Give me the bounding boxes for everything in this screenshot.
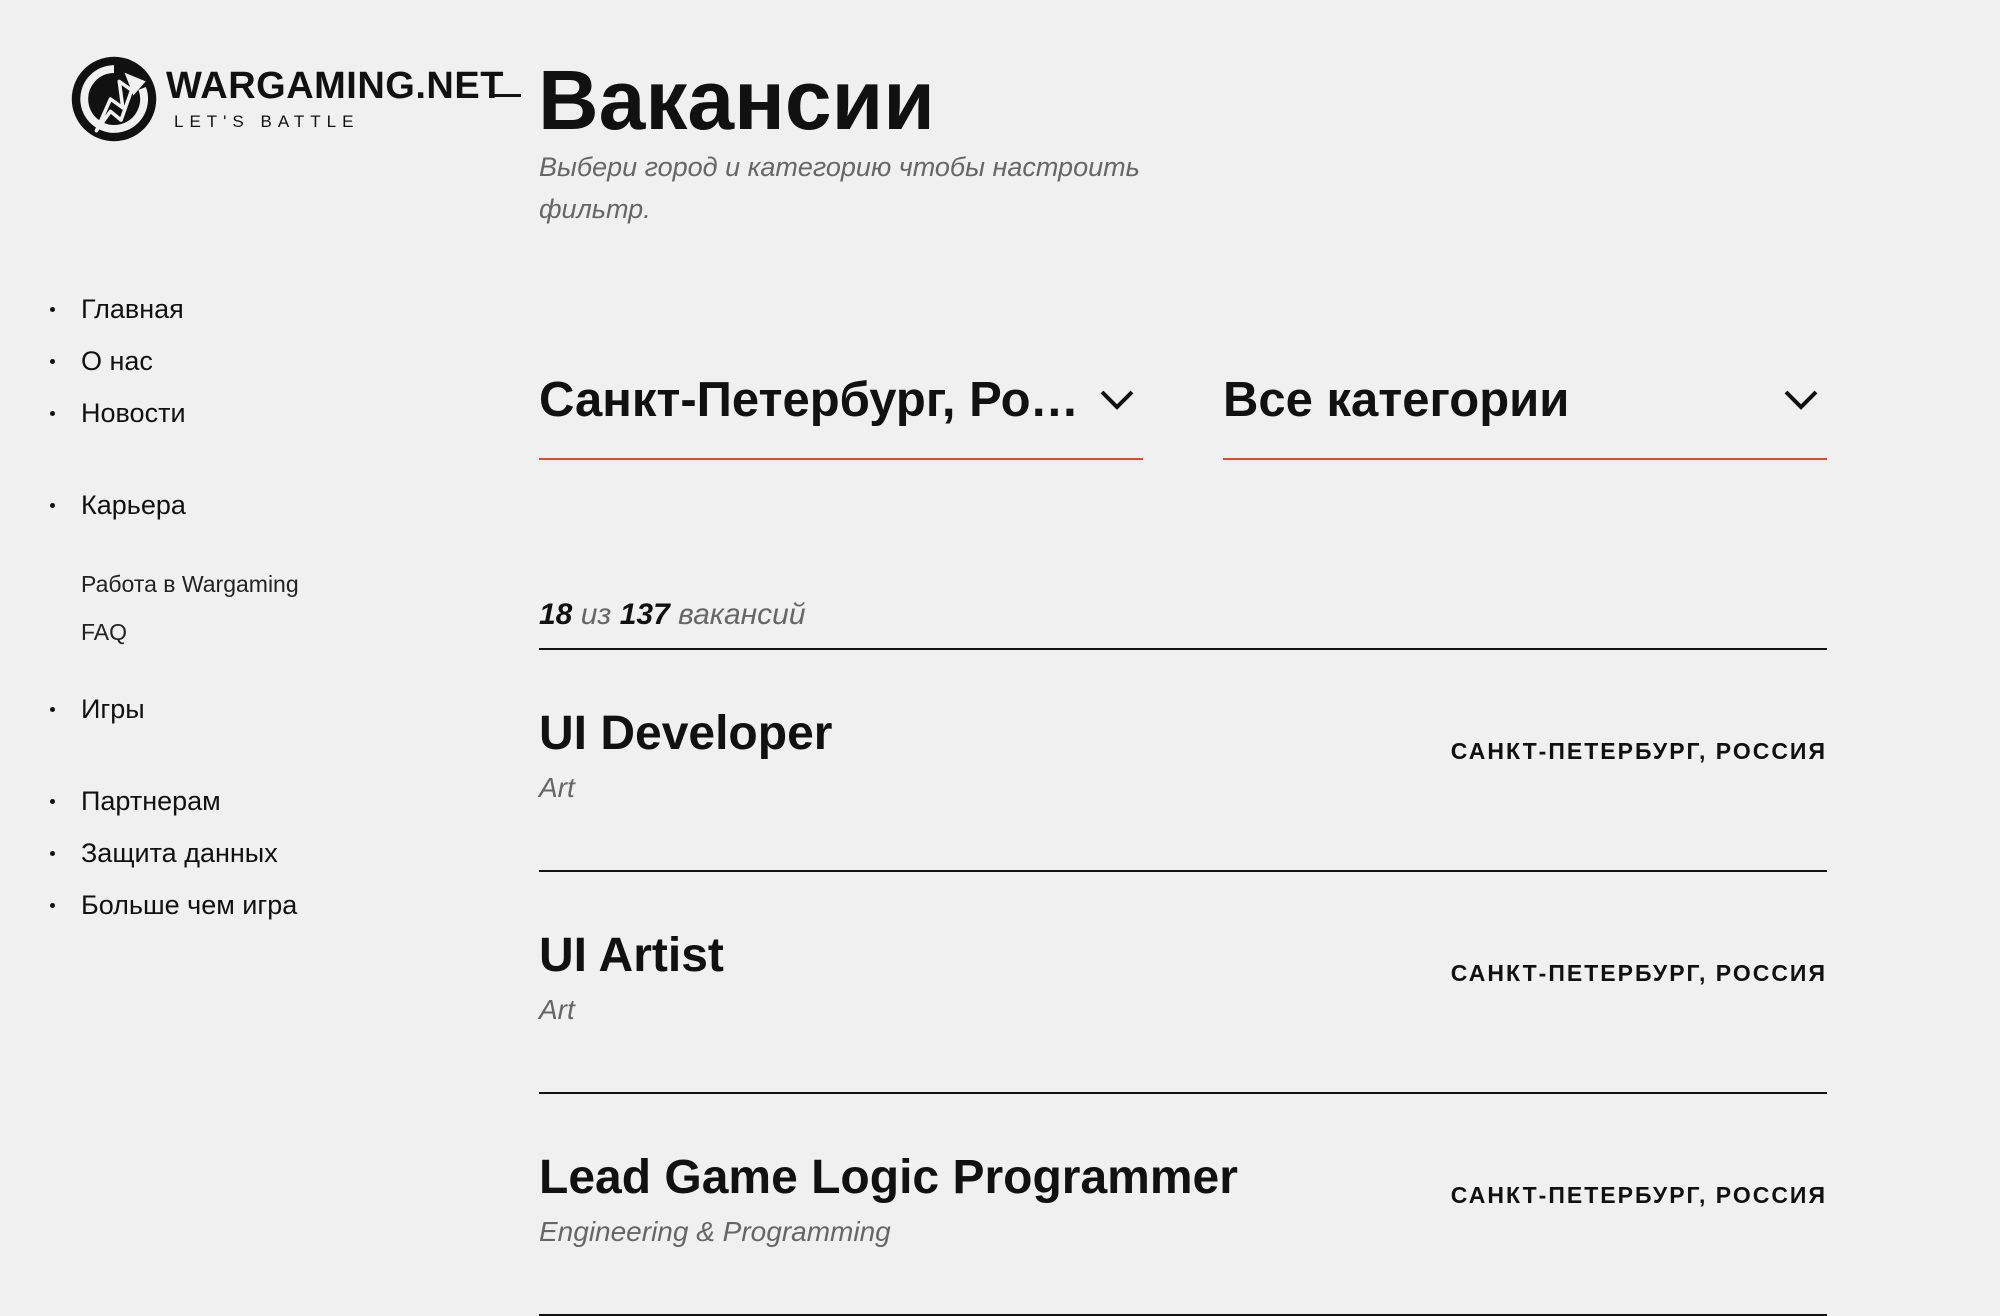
logo-brand-name: WARGAMING.NET (166, 65, 504, 107)
bullet (50, 359, 55, 364)
category-filter-value: Все категории (1223, 373, 1570, 427)
bullet (50, 503, 55, 508)
chevron-down-icon (1784, 390, 1818, 410)
vacancy-location: САНКТ-ПЕТЕРБУРГ, РОССИЯ (1450, 1182, 1827, 1208)
logo-tagline: LET'S BATTLE (174, 112, 360, 131)
sidebar-item-label: Новости (81, 398, 186, 428)
wargaming-emblem-icon (71, 56, 157, 142)
vacancy-list-item[interactable]: UI Artist Art САНКТ-ПЕТЕРБУРГ, РОССИЯ (539, 872, 1827, 1094)
vacancy-title: Lead Game Logic Programmer (539, 1151, 1238, 1204)
vacancy-location: САНКТ-ПЕТЕРБУРГ, РОССИЯ (1450, 960, 1827, 986)
results-of-label: из (580, 598, 612, 631)
title-dash (489, 94, 521, 97)
sidebar-item-label: Главная (81, 294, 184, 324)
sidebar-item-label: Партнерам (81, 786, 221, 816)
city-filter-dropdown[interactable]: Санкт-Петербург, Россия (539, 360, 1143, 460)
vacancy-list-item[interactable]: Lead Game Logic Programmer Engineering &… (539, 1094, 1827, 1316)
bullet (50, 903, 55, 908)
vacancy-category: Art (539, 772, 575, 803)
sidebar-item-label: Игры (81, 694, 145, 724)
bullet (50, 851, 55, 856)
bullet (50, 411, 55, 416)
vacancy-location: САНКТ-ПЕТЕРБУРГ, РОССИЯ (1450, 738, 1827, 764)
sidebar-subitem-faq[interactable]: FAQ (81, 617, 127, 647)
sidebar-item-label: О нас (81, 346, 153, 376)
results-total-count: 137 (619, 598, 670, 631)
bullet (50, 799, 55, 804)
vacancy-title: UI Artist (539, 929, 724, 982)
page-title: Вакансии (538, 53, 935, 147)
chevron-down-icon (1100, 390, 1134, 410)
vacancy-category: Engineering & Programming (539, 1216, 891, 1247)
bullet (50, 307, 55, 312)
page-subtitle: Выбери город и категорию чтобы настроить… (539, 152, 1140, 224)
city-filter-value: Санкт-Петербург, Россия (539, 373, 1079, 427)
sidebar-subitem-work-at-wargaming[interactable]: Работа в Wargaming (81, 569, 299, 599)
results-unit-label: вакансий (678, 598, 806, 631)
sidebar-item-label: Защита данных (81, 838, 278, 868)
bullet (50, 707, 55, 712)
vacancy-title: UI Developer (539, 707, 833, 760)
results-shown-count: 18 (539, 598, 573, 631)
wargaming-logo[interactable]: WARGAMING.NET LET'S BATTLE (70, 55, 504, 143)
vacancy-list-item[interactable]: UI Developer Art САНКТ-ПЕТЕРБУРГ, РОССИЯ (539, 650, 1827, 872)
results-count: 18 из 137 вакансий (539, 590, 1827, 650)
sidebar-item-label: Карьера (81, 490, 186, 520)
category-filter-dropdown[interactable]: Все категории (1223, 360, 1827, 460)
vacancy-category: Art (539, 994, 575, 1025)
sidebar-item-label: Больше чем игра (81, 890, 298, 920)
